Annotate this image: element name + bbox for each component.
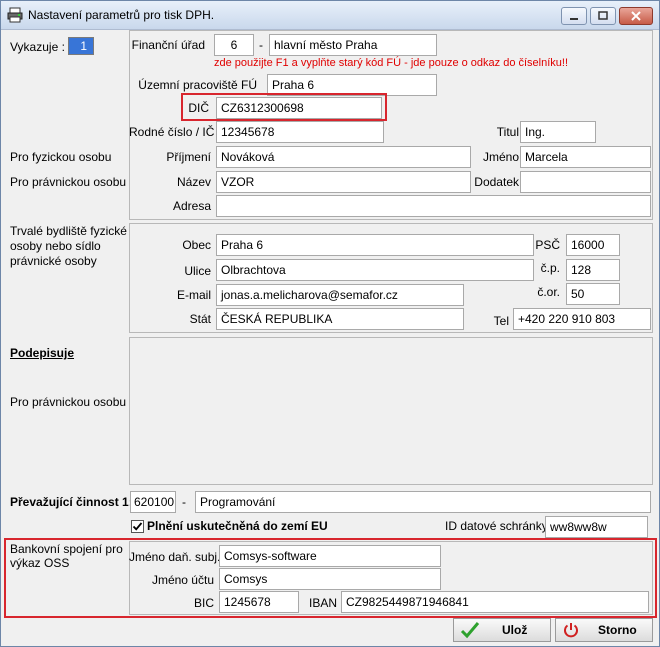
uzemni-pracoviste-label: Územní pracoviště FÚ (138, 78, 257, 92)
email-label: E-mail (176, 288, 211, 302)
nazev-label: Název (176, 175, 211, 189)
financni-urad-code-field[interactable]: 6 (214, 34, 254, 56)
nazev-field[interactable]: VZOR (216, 171, 471, 193)
cinnost-name-field[interactable]: Programování (195, 491, 651, 513)
podepisuje-group (129, 337, 653, 485)
ulice-field[interactable]: Olbrachtova (216, 259, 534, 281)
cinnost-code-field[interactable]: 620100 (130, 491, 176, 513)
bic-label: BIC (193, 596, 214, 610)
prijmeni-field[interactable]: Nováková (216, 146, 471, 168)
bankovni-spojeni-line2: výkaz OSS (10, 556, 70, 570)
eu-checkbox-label[interactable]: Plnění uskutečněná do zemí EU (147, 519, 328, 533)
trvale-bydliste-line2: osoby nebo sídlo (10, 239, 101, 253)
psc-label: PSČ (535, 238, 560, 252)
bic-field[interactable]: 1245678 (219, 591, 299, 613)
financni-urad-label: Finanční úřad (131, 38, 205, 52)
close-button[interactable] (619, 7, 653, 25)
tel-field[interactable]: +420 220 910 803 (513, 308, 651, 330)
podepisuje-heading: Podepisuje (10, 346, 75, 360)
stat-field[interactable]: ČESKÁ REPUBLIKA (216, 308, 464, 330)
jmeno-field[interactable]: Marcela (520, 146, 651, 168)
minimize-icon (570, 18, 578, 20)
dialog-window: Nastavení parametrů pro tisk DPH. Vykazu… (0, 0, 660, 647)
trvale-bydliste-line3: právnické osoby (10, 254, 97, 268)
email-field[interactable]: jonas.a.melicharova@semafor.cz (216, 284, 464, 306)
cp-field[interactable]: 128 (566, 259, 620, 281)
trvale-bydliste-line1: Trvalé bydliště fyzické (10, 224, 127, 238)
stat-label: Stát (189, 312, 211, 326)
vykazuje-label: Vykazuje : (10, 40, 65, 54)
psc-field[interactable]: 16000 (566, 234, 620, 256)
minimize-button[interactable] (561, 7, 587, 25)
jmeno-uctu-label: Jméno účtu (151, 573, 214, 587)
checkmark-icon (460, 622, 480, 639)
dic-field[interactable]: CZ6312300698 (216, 97, 382, 119)
obec-field[interactable]: Praha 6 (216, 234, 534, 256)
cancel-button[interactable]: Storno (555, 618, 653, 642)
vykazuje-input[interactable]: 1 (68, 37, 94, 55)
bankovni-spojeni-line1: Bankovní spojení pro (10, 542, 123, 556)
adresa-label: Adresa (172, 199, 211, 213)
cancel-button-label: Storno (598, 623, 637, 637)
obec-label: Obec (182, 238, 211, 252)
maximize-icon (598, 11, 608, 20)
checkmark-icon (132, 522, 143, 531)
jmeno-dan-subj-label: Jméno daň. subj. (129, 550, 221, 564)
printer-icon (7, 7, 23, 23)
cor-field[interactable]: 50 (566, 283, 620, 305)
prevazujici-cinnost-label: Převažující činnost 1: (10, 495, 133, 509)
eu-checkbox[interactable] (131, 520, 144, 533)
jmeno-uctu-field[interactable]: Comsys (219, 568, 441, 590)
pro-pravnickou-label: Pro právnickou osobu (10, 175, 127, 189)
pro-pravnickou-podpis-label: Pro právnickou osobu (10, 395, 127, 409)
dodatek-field[interactable] (520, 171, 651, 193)
id-schranky-label: ID datové schránky (445, 519, 548, 533)
iban-label: IBAN (308, 596, 337, 610)
dic-label: DIČ (188, 101, 209, 115)
pro-fyzickou-label: Pro fyzickou osobu (10, 150, 112, 164)
tel-label: Tel (493, 314, 509, 328)
titul-field[interactable]: Ing. (520, 121, 596, 143)
id-schranky-field[interactable]: ww8ww8w (545, 516, 648, 538)
titul-label: Titul (496, 125, 519, 139)
close-icon (631, 11, 641, 21)
save-button[interactable]: Ulož (453, 618, 551, 642)
cor-label: č.or. (537, 285, 560, 299)
cinnost-dash: - (182, 495, 186, 509)
adresa-field[interactable] (216, 195, 651, 217)
jmeno-dan-subj-field[interactable]: Comsys-software (219, 545, 441, 567)
dodatek-label: Dodatek (474, 175, 519, 189)
rodne-cislo-label: Rodné číslo / IČ (129, 125, 215, 139)
ulice-label: Ulice (184, 264, 211, 278)
financni-urad-name-field[interactable]: hlavní město Praha (269, 34, 437, 56)
uzemni-pracoviste-field[interactable]: Praha 6 (267, 74, 437, 96)
jmeno-label: Jméno (482, 150, 519, 164)
title-bar[interactable]: Nastavení parametrů pro tisk DPH. (1, 1, 659, 30)
cp-label: č.p. (540, 261, 560, 275)
iban-field[interactable]: CZ9825449871946841 (341, 591, 649, 613)
fu-hint: zde použijte F1 a vyplňte starý kód FÚ -… (214, 57, 569, 69)
fu-dash: - (259, 38, 263, 52)
rodne-cislo-field[interactable]: 12345678 (216, 121, 384, 143)
prijmeni-label: Příjmení (166, 150, 211, 164)
power-icon (564, 623, 578, 638)
save-button-label: Ulož (502, 623, 528, 637)
window-title: Nastavení parametrů pro tisk DPH. (28, 8, 215, 22)
maximize-button[interactable] (590, 7, 616, 25)
